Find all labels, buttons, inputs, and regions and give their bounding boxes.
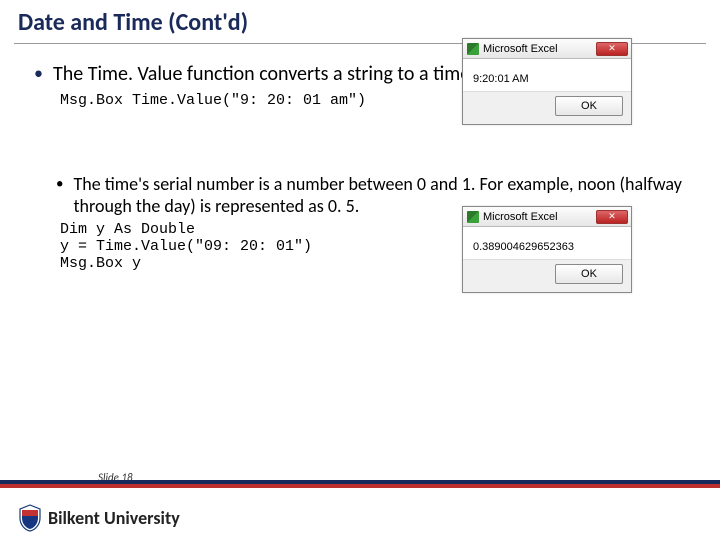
- msgbox-1-title: Microsoft Excel: [483, 43, 596, 55]
- msgbox-2-buttons: OK: [463, 259, 631, 292]
- footer: Bilkent University: [0, 496, 720, 540]
- excel-icon: [467, 211, 479, 223]
- bullet-dot: •: [34, 62, 43, 86]
- msgbox-1-buttons: OK: [463, 91, 631, 124]
- close-button[interactable]: ✕: [596, 42, 628, 56]
- close-button[interactable]: ✕: [596, 210, 628, 224]
- msgbox-1: Microsoft Excel ✕ 9:20:01 AM OK: [462, 38, 632, 125]
- msgbox-2: Microsoft Excel ✕ 0.389004629652363 OK: [462, 206, 632, 293]
- msgbox-2-titlebar: Microsoft Excel ✕: [463, 207, 631, 227]
- content-area: • The Time. Value function converts a st…: [0, 44, 720, 272]
- msgbox-2-title: Microsoft Excel: [483, 211, 596, 223]
- msgbox-1-titlebar: Microsoft Excel ✕: [463, 39, 631, 59]
- ok-button[interactable]: OK: [555, 264, 623, 284]
- msgbox-2-body: 0.389004629652363: [463, 227, 631, 259]
- bullet-dot: •: [56, 173, 63, 217]
- university-crest-icon: [18, 504, 42, 532]
- footer-rule: [0, 480, 720, 488]
- ok-button[interactable]: OK: [555, 96, 623, 116]
- university-name: Bilkent University: [48, 507, 180, 529]
- msgbox-1-body: 9:20:01 AM: [463, 59, 631, 91]
- excel-icon: [467, 43, 479, 55]
- slide-title: Date and Time (Cont'd): [0, 0, 720, 41]
